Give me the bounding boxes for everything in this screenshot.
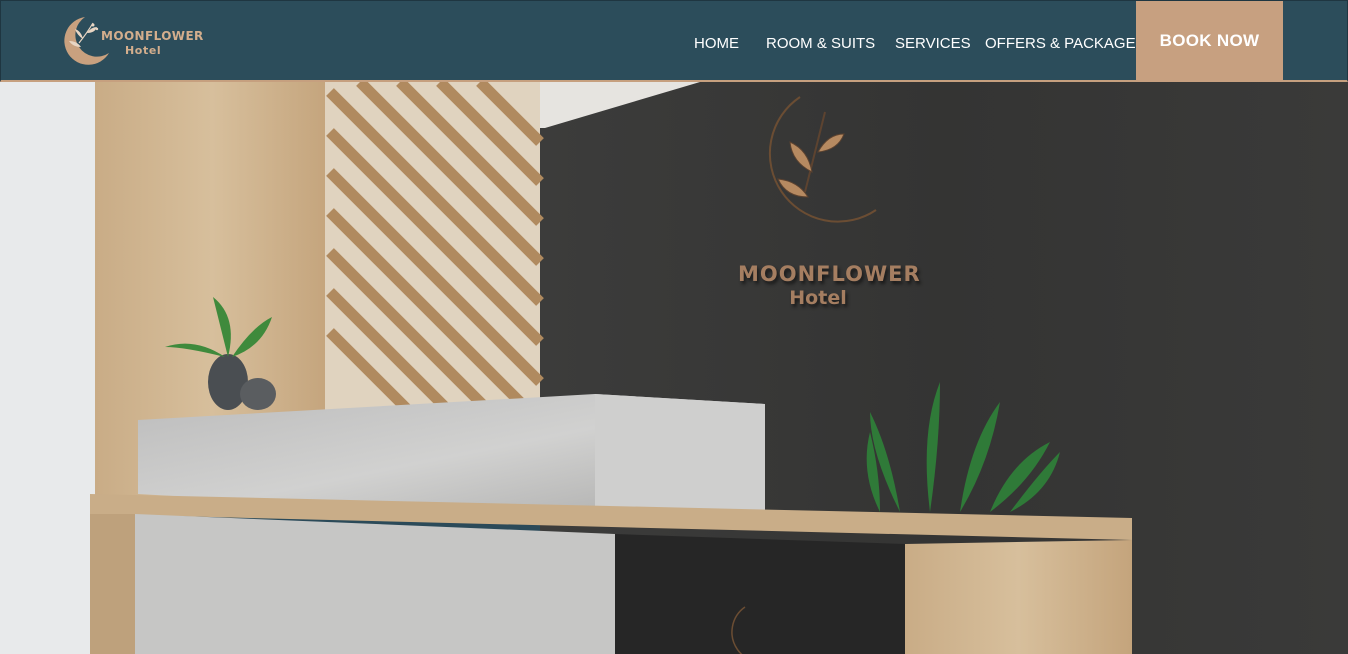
logo-subtitle: Hotel [125,44,162,57]
nav-rooms-suits[interactable]: ROOM & SUITS [766,35,875,52]
logo-wordmark: MOONFLOWER [101,29,204,43]
nav-services[interactable]: SERVICES [895,35,971,52]
nav-offers-packages[interactable]: OFFERS & PACKAGES [985,35,1146,52]
site-header: MOONFLOWER Hotel HOME ROOM & SUITS SERVI… [0,0,1348,82]
book-now-button[interactable]: BOOK NOW [1136,1,1283,82]
wall-sign: MOONFLOWER Hotel [738,262,921,309]
wall-sign-subtitle: Hotel [789,287,847,309]
hero-image: MOONFLOWER Hotel [0,82,1348,654]
reception-scene [0,82,1348,654]
hotel-logo[interactable]: MOONFLOWER Hotel [57,13,203,69]
nav-home[interactable]: HOME [694,35,739,52]
wall-sign-title: MOONFLOWER [738,262,921,286]
